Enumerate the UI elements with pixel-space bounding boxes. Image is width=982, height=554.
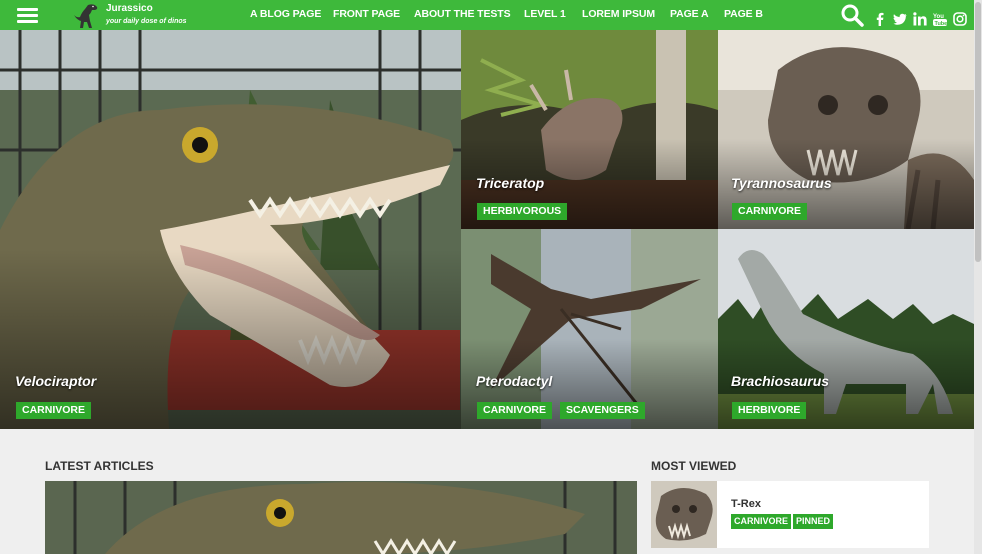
- brand-name[interactable]: Jurassico: [106, 3, 153, 14]
- twitter-icon[interactable]: [893, 12, 907, 26]
- pinned-tag[interactable]: PINNED: [793, 514, 834, 529]
- top-navbar: Jurassico your daily dose of dinos A BLO…: [0, 0, 974, 30]
- nav-item-blog-page[interactable]: A BLOG PAGE: [250, 8, 321, 20]
- nav-item-lorem-ipsum[interactable]: LOREM IPSUM: [582, 8, 655, 20]
- featured-grid: Velociraptor CARNIVORE Triceratop HERBIV…: [0, 30, 974, 429]
- featured-title[interactable]: Pterodactyl: [476, 373, 552, 389]
- featured-title[interactable]: Brachiosaurus: [731, 373, 829, 389]
- svg-text:Tube: Tube: [935, 21, 948, 26]
- brand-tagline: your daily dose of dinos: [106, 18, 187, 25]
- youtube-icon[interactable]: You Tube: [933, 12, 947, 26]
- page-scrollbar[interactable]: [974, 0, 982, 554]
- linkedin-icon[interactable]: [913, 12, 927, 26]
- featured-tile-triceratop[interactable]: Triceratop HERBIVOROUS: [461, 30, 718, 229]
- nav-item-page-a[interactable]: PAGE A: [670, 8, 709, 20]
- featured-title[interactable]: Velociraptor: [15, 373, 96, 389]
- most-viewed-title[interactable]: T-Rex: [731, 498, 761, 510]
- category-tag[interactable]: CARNIVORE: [477, 402, 553, 419]
- featured-tile-brachiosaurus[interactable]: Brachiosaurus HERBIVORE: [718, 229, 974, 429]
- featured-title[interactable]: Triceratop: [476, 175, 544, 191]
- latest-articles-heading: LATEST ARTICLES: [45, 459, 154, 473]
- scrollbar-thumb[interactable]: [975, 2, 981, 262]
- nav-item-level-1[interactable]: LEVEL 1: [524, 8, 566, 20]
- most-viewed-thumbnail[interactable]: [651, 481, 717, 548]
- category-tag[interactable]: CARNIVORE: [731, 514, 792, 529]
- category-tag[interactable]: HERBIVORE: [732, 402, 807, 419]
- dinosaur-logo-icon[interactable]: [70, 2, 100, 30]
- search-icon[interactable]: [840, 3, 864, 27]
- featured-tile-pterodactyl[interactable]: Pterodactyl CARNIVORE SCAVENGERS: [461, 229, 718, 429]
- nav-item-about-tests[interactable]: ABOUT THE TESTS: [414, 8, 511, 20]
- most-viewed-heading: MOST VIEWED: [651, 459, 737, 473]
- menu-icon[interactable]: [17, 8, 38, 23]
- instagram-icon[interactable]: [953, 12, 967, 26]
- nav-item-front-page[interactable]: FRONT PAGE: [333, 8, 400, 20]
- featured-tile-tyrannosaurus[interactable]: Tyrannosaurus CARNIVORE: [718, 30, 974, 229]
- category-tag[interactable]: HERBIVOROUS: [477, 203, 568, 220]
- featured-title[interactable]: Tyrannosaurus: [731, 175, 832, 191]
- facebook-icon[interactable]: [873, 12, 887, 26]
- latest-article-image[interactable]: [45, 481, 637, 554]
- featured-tile-velociraptor[interactable]: Velociraptor CARNIVORE: [0, 30, 461, 429]
- category-tag[interactable]: CARNIVORE: [16, 402, 92, 419]
- category-tag[interactable]: SCAVENGERS: [560, 402, 645, 419]
- category-tag[interactable]: CARNIVORE: [732, 203, 808, 220]
- most-viewed-item: T-Rex CARNIVORE PINNED: [651, 481, 929, 548]
- nav-item-page-b[interactable]: PAGE B: [724, 8, 763, 20]
